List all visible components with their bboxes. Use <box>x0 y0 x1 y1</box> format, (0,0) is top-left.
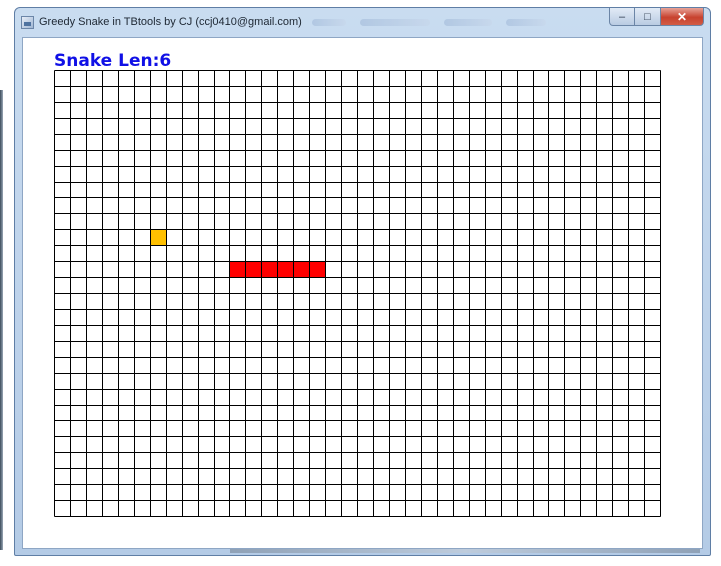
snake-head <box>309 261 326 278</box>
app-window: Greedy Snake in TBtools by CJ (ccj0410@g… <box>14 7 711 556</box>
maximize-icon: □ <box>644 10 651 23</box>
snake-segment <box>229 261 246 278</box>
close-button[interactable]: ✕ <box>661 8 704 26</box>
game-grid[interactable] <box>54 70 662 518</box>
game-board[interactable] <box>54 70 662 518</box>
taskbar-blur <box>311 18 546 26</box>
snake-segment <box>277 261 294 278</box>
window-title: Greedy Snake in TBtools by CJ (ccj0410@g… <box>39 16 302 28</box>
java-app-icon[interactable] <box>21 15 34 29</box>
game-canvas[interactable]: Snake Len:6 <box>22 37 703 549</box>
snake-segment <box>261 261 278 278</box>
close-icon: ✕ <box>676 9 688 24</box>
snake-segment <box>245 261 262 278</box>
title-bar[interactable]: Greedy Snake in TBtools by CJ (ccj0410@g… <box>15 8 710 36</box>
minimize-icon: – <box>618 10 626 23</box>
snake-length-label: Snake Len:6 <box>54 51 172 71</box>
taskbar-edge <box>230 549 700 553</box>
minimize-button[interactable]: – <box>609 8 635 26</box>
window-controls: – □ ✕ <box>609 8 704 26</box>
background-window-edge <box>0 90 3 550</box>
snake-segment <box>293 261 310 278</box>
maximize-button[interactable]: □ <box>635 8 661 26</box>
food-block <box>150 229 167 246</box>
